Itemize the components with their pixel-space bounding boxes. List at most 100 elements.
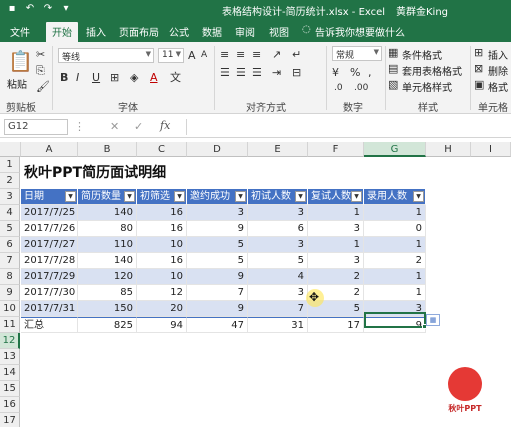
undo-icon[interactable]: ↶ — [24, 3, 36, 15]
align-right-icon[interactable]: ☰ — [252, 66, 262, 79]
underline-icon[interactable]: U — [92, 71, 100, 84]
percent-icon[interactable]: % — [350, 66, 360, 79]
cell[interactable]: 31 — [248, 317, 308, 333]
cell[interactable]: 2017/7/29 — [21, 269, 78, 285]
insert-cells-button[interactable]: 插入 — [488, 47, 508, 62]
decrease-decimal-icon[interactable]: .00 — [354, 82, 368, 95]
name-box-dropdown-icon[interactable]: ⋮ — [74, 120, 85, 133]
cell[interactable]: 140 — [78, 253, 137, 269]
align-bottom-icon[interactable]: ≡ — [252, 48, 261, 61]
row-header-14[interactable]: 14 — [0, 365, 20, 381]
column-header-c[interactable]: C — [137, 142, 187, 157]
row-header-10[interactable]: 10 — [0, 301, 20, 317]
align-left-icon[interactable]: ☰ — [220, 66, 230, 79]
increase-decimal-icon[interactable]: .0 — [334, 82, 343, 95]
paste-icon[interactable]: 📋 — [8, 48, 33, 74]
cell[interactable]: 2017/7/30 — [21, 285, 78, 301]
cell[interactable]: 2017/7/27 — [21, 237, 78, 253]
cell[interactable]: 初试人数 ▼ — [248, 189, 308, 205]
tab-view[interactable]: 视图 — [269, 24, 289, 39]
cell[interactable]: 85 — [78, 285, 137, 301]
row-header-12[interactable]: 12 — [0, 333, 20, 349]
tab-home[interactable]: 开始 — [46, 22, 78, 42]
table-format-icon[interactable]: ▤ — [388, 62, 398, 75]
column-header-i[interactable]: I — [471, 142, 511, 157]
customize-qat-icon[interactable]: ▾ — [60, 3, 72, 15]
increase-font-icon[interactable]: A — [188, 49, 196, 62]
tab-formulas[interactable]: 公式 — [169, 24, 189, 39]
filter-dropdown-icon[interactable]: ▼ — [65, 191, 76, 202]
fill-color-icon[interactable]: ◈ — [130, 71, 138, 84]
cell[interactable]: 1 — [364, 269, 426, 285]
cell[interactable]: 20 — [137, 301, 187, 317]
filter-dropdown-icon[interactable]: ▼ — [295, 191, 306, 202]
borders-icon[interactable]: ⊞ — [110, 71, 119, 84]
row-header-3[interactable]: 3 — [0, 189, 20, 205]
row-header-16[interactable]: 16 — [0, 397, 20, 413]
filter-dropdown-icon[interactable]: ▼ — [351, 191, 362, 202]
cell[interactable]: 9 — [187, 221, 248, 237]
cell[interactable]: 2017/7/25 — [21, 205, 78, 221]
font-color-icon[interactable]: A — [150, 71, 158, 84]
cell[interactable]: 3 — [248, 285, 308, 301]
row-header-8[interactable]: 8 — [0, 269, 20, 285]
cell[interactable]: 2017/7/31 — [21, 301, 78, 317]
row-header-17[interactable]: 17 — [0, 413, 20, 427]
column-header-e[interactable]: E — [248, 142, 308, 157]
save-icon[interactable]: ▪ — [6, 3, 18, 15]
indent-icon[interactable]: ⇥ — [272, 66, 281, 79]
currency-icon[interactable]: ¥ — [332, 66, 339, 79]
font-name-select[interactable]: 等线 ▼ — [58, 48, 154, 63]
cell[interactable]: 17 — [308, 317, 364, 333]
cell[interactable]: 简历数量 ▼ — [78, 189, 137, 205]
cell[interactable]: 12 — [137, 285, 187, 301]
enter-icon[interactable]: ✓ — [134, 120, 143, 133]
cell-style-icon[interactable]: ▧ — [388, 78, 398, 91]
cancel-icon[interactable]: ✕ — [110, 120, 119, 133]
tab-page-layout[interactable]: 页面布局 — [119, 24, 159, 39]
align-center-icon[interactable]: ☰ — [236, 66, 246, 79]
name-box[interactable]: G12 — [4, 119, 68, 135]
font-size-select[interactable]: 11 ▼ — [158, 48, 184, 63]
conditional-format-button[interactable]: 条件格式 — [402, 47, 442, 62]
cell[interactable]: 825 — [78, 317, 137, 333]
tab-insert[interactable]: 插入 — [86, 24, 106, 39]
cell[interactable]: 3 — [248, 205, 308, 221]
cell[interactable]: 3 — [308, 253, 364, 269]
paste-button[interactable]: 粘贴 — [7, 76, 27, 91]
row-header-2[interactable]: 2 — [0, 173, 20, 189]
cell[interactable]: 47 — [187, 317, 248, 333]
cell[interactable]: 2017/7/26 — [21, 221, 78, 237]
decrease-font-icon[interactable]: A — [201, 49, 207, 62]
row-header-15[interactable]: 15 — [0, 381, 20, 397]
row-header-11[interactable]: 11 — [0, 317, 20, 333]
cell[interactable]: 2 — [308, 269, 364, 285]
cell[interactable]: 7 — [187, 285, 248, 301]
cell[interactable]: 汇总 — [21, 317, 78, 333]
formula-input[interactable] — [186, 119, 508, 135]
delete-cells-button[interactable]: 删除 — [488, 63, 508, 78]
cell[interactable]: 7 — [248, 301, 308, 317]
tab-data[interactable]: 数据 — [202, 24, 222, 39]
cell[interactable]: 3 — [308, 221, 364, 237]
cell[interactable]: 1 — [308, 237, 364, 253]
row-header-6[interactable]: 6 — [0, 237, 20, 253]
row-header-13[interactable]: 13 — [0, 349, 20, 365]
cell[interactable]: 94 — [137, 317, 187, 333]
format-as-table-button[interactable]: 套用表格格式 — [402, 63, 462, 78]
cell[interactable]: 3 — [187, 205, 248, 221]
cell[interactable]: 10 — [137, 237, 187, 253]
cell[interactable]: 1 — [364, 285, 426, 301]
cell[interactable]: 邀约成功 ▼ — [187, 189, 248, 205]
conditional-format-icon[interactable]: ▦ — [388, 46, 398, 59]
copy-icon[interactable]: ⎘ — [36, 64, 45, 77]
cell[interactable]: 9 — [187, 301, 248, 317]
cut-icon[interactable]: ✂ — [36, 48, 45, 61]
format-cells-icon[interactable]: ▣ — [474, 78, 484, 91]
cell[interactable]: 日期 ▼ — [21, 189, 78, 205]
tab-file[interactable]: 文件 — [10, 24, 30, 39]
cell[interactable]: 16 — [137, 205, 187, 221]
cell[interactable]: 6 — [248, 221, 308, 237]
cell[interactable]: 1 — [308, 205, 364, 221]
cell[interactable]: 110 — [78, 237, 137, 253]
